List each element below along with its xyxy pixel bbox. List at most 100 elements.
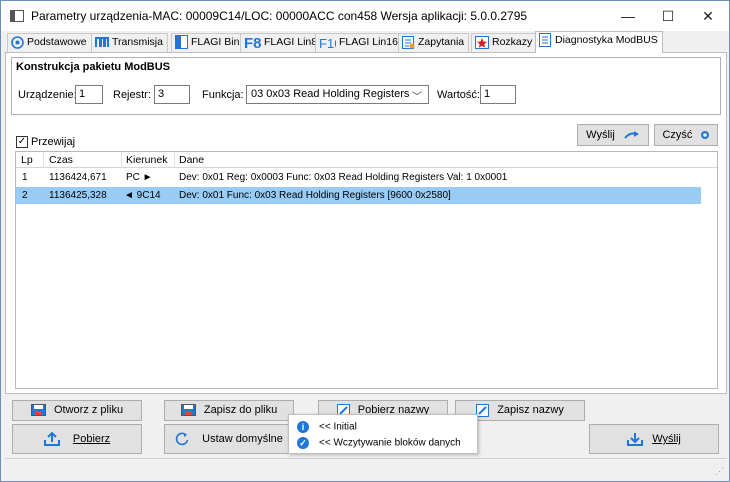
popup-line-1: << Initial [319, 421, 357, 433]
send-packet-label: Wyślij [586, 129, 615, 141]
app-icon [10, 10, 24, 22]
tab-flagi-bin[interactable]: FLAGI Bin [171, 33, 245, 52]
column-header-direction[interactable]: Kierunek [126, 154, 167, 166]
status-popup: i << Initial ✓ << Wczytywanie bloków danyc… [288, 414, 478, 454]
save-names-icon [476, 403, 490, 417]
close-button[interactable]: ✕ [688, 3, 728, 29]
tab-label: Rozkazy [492, 36, 533, 48]
device-input[interactable]: 1 [75, 85, 103, 104]
arrow-right-icon [624, 131, 639, 139]
cell-time: 1136425,328 [49, 190, 107, 201]
column-separator [43, 152, 44, 168]
set-default-button[interactable]: Ustaw domyślne [164, 424, 294, 454]
status-bar: ⋰ [5, 458, 727, 480]
flag-bin-icon [175, 35, 188, 50]
clear-circle-icon [700, 131, 709, 140]
cell-time: 1136424,671 [49, 172, 107, 183]
open-from-file-button[interactable]: Otworz z pliku [12, 400, 142, 421]
tab-zapytania[interactable]: Zapytania [398, 33, 470, 52]
window-title: Parametry urządzenia-MAC: 00009C14/LOC: … [31, 9, 528, 23]
transmission-icon [95, 37, 109, 48]
download-label: Pobierz [72, 433, 111, 445]
tab-flagi-lin16[interactable]: F16FLAGI Lin16 [315, 33, 403, 52]
value-label: Wartość: [437, 89, 480, 101]
clear-label: Czyść [662, 129, 693, 141]
cell-lp: 2 [22, 190, 28, 201]
table-row-selected[interactable]: 2 1136425,328 ◄ 9C14 Dev: 0x01 Func: 0x0… [16, 187, 701, 204]
tab-label: Transmisja [112, 36, 163, 48]
column-header-data[interactable]: Dane [179, 154, 204, 166]
send-to-device-button[interactable]: Wyślij [589, 424, 719, 454]
scroll-checkbox[interactable]: ✓ [16, 136, 28, 148]
tab-label: Diagnostyka ModBUS [555, 34, 658, 46]
f8-icon: F8 [244, 35, 261, 49]
value-input[interactable]: 1 [480, 85, 516, 104]
column-header-time[interactable]: Czas [49, 154, 73, 166]
popup-line-2: << Wczytywanie bloków danych [319, 437, 461, 449]
f16-icon: F16 [319, 36, 336, 49]
scroll-checkbox-label: Przewijaj [31, 136, 76, 148]
tab-label: FLAGI Lin16 [339, 36, 398, 48]
tab-label: Podstawowe [27, 36, 87, 48]
open-from-file-label: Otworz z pliku [53, 404, 124, 416]
open-file-icon [30, 403, 46, 416]
download-button[interactable]: Pobierz [12, 424, 142, 454]
tab-flagi-lin8[interactable]: F8 FLAGI Lin8 [240, 33, 323, 52]
device-parameters-window: Parametry urządzenia-MAC: 00009C14/LOC: … [0, 0, 730, 482]
popup-line-done: ✓ << Wczytywanie bloków danych [297, 437, 461, 449]
tab-label: Zapytania [418, 36, 465, 48]
tab-podstawowe[interactable]: Podstawowe [7, 33, 92, 52]
minimize-button[interactable]: — [608, 3, 648, 29]
group-title: Konstrukcja pakietu ModBUS [16, 61, 171, 73]
table-row[interactable]: 1 1136424,671 PC ► Dev: 0x01 Reg: 0x0003… [16, 169, 701, 186]
function-label: Funkcja: [202, 89, 244, 101]
cell-direction: ◄ 9C14 [124, 190, 161, 201]
download-tray-icon [627, 433, 644, 447]
register-input[interactable]: 3 [154, 85, 190, 104]
packet-construction-group: Konstrukcja pakietu ModBUS Urządzenie: 1… [11, 57, 721, 115]
check-circle-icon: ✓ [297, 437, 309, 449]
save-to-file-button[interactable]: Zapisz do pliku [164, 400, 294, 421]
tab-diagnostyka-modbus[interactable]: Diagnostyka ModBUS [535, 31, 663, 53]
diagnostic-icon [539, 33, 551, 48]
svg-text:F8: F8 [244, 35, 261, 49]
set-default-label: Ustaw domyślne [202, 433, 283, 445]
save-to-file-label: Zapisz do pliku [203, 404, 278, 416]
save-names-label: Zapisz nazwy [497, 404, 564, 416]
maximize-button[interactable]: ☐ [648, 3, 688, 29]
tab-rozkazy[interactable]: Rozkazy [471, 33, 538, 52]
tab-label: FLAGI Bin [191, 36, 240, 48]
frames-table[interactable]: Lp Czas Kierunek Dane 1 1136424,671 PC ►… [15, 151, 718, 389]
svg-text:F16: F16 [319, 36, 336, 49]
chevron-down-icon: ﹀ [412, 92, 422, 103]
query-icon [402, 35, 415, 49]
tab-label: FLAGI Lin8 [264, 36, 318, 48]
function-select[interactable]: 03 0x03 Read Holding Registers ﹀ [246, 85, 429, 104]
cell-data: Dev: 0x01 Reg: 0x0003 Func: 0x03 Read Ho… [179, 172, 508, 183]
device-label: Urządzenie: [18, 89, 77, 101]
cell-lp: 1 [22, 172, 28, 183]
gear-icon [11, 35, 24, 49]
tab-transmisja[interactable]: Transmisja [91, 33, 168, 52]
send-packet-button[interactable]: Wyślij [577, 124, 649, 146]
info-icon: i [297, 421, 309, 433]
refresh-icon [175, 432, 189, 446]
save-file-icon [180, 403, 196, 416]
command-star-icon [475, 35, 489, 49]
cell-data: Dev: 0x01 Func: 0x03 Read Holding Regist… [179, 190, 451, 201]
table-header: Lp Czas Kierunek Dane [16, 152, 717, 168]
column-header-lp[interactable]: Lp [21, 154, 33, 166]
register-label: Rejestr: [113, 89, 151, 101]
resize-grip-icon[interactable]: ⋰ [715, 466, 724, 477]
popup-line-info: i << Initial [297, 421, 357, 433]
send-to-device-label: Wyślij [652, 433, 681, 445]
diagnostics-panel: Konstrukcja pakietu ModBUS Urządzenie: 1… [5, 52, 727, 394]
column-separator [121, 152, 122, 168]
function-selected-value: 03 0x03 Read Holding Registers [251, 88, 410, 100]
upload-tray-icon [43, 431, 60, 447]
cell-direction: PC ► [126, 172, 153, 183]
column-separator [174, 152, 175, 168]
clear-button[interactable]: Czyść [654, 124, 718, 146]
title-bar: Parametry urządzenia-MAC: 00009C14/LOC: … [1, 1, 729, 31]
tab-strip: Podstawowe Transmisja FLAGI Bin F8 FLAGI … [5, 31, 727, 53]
